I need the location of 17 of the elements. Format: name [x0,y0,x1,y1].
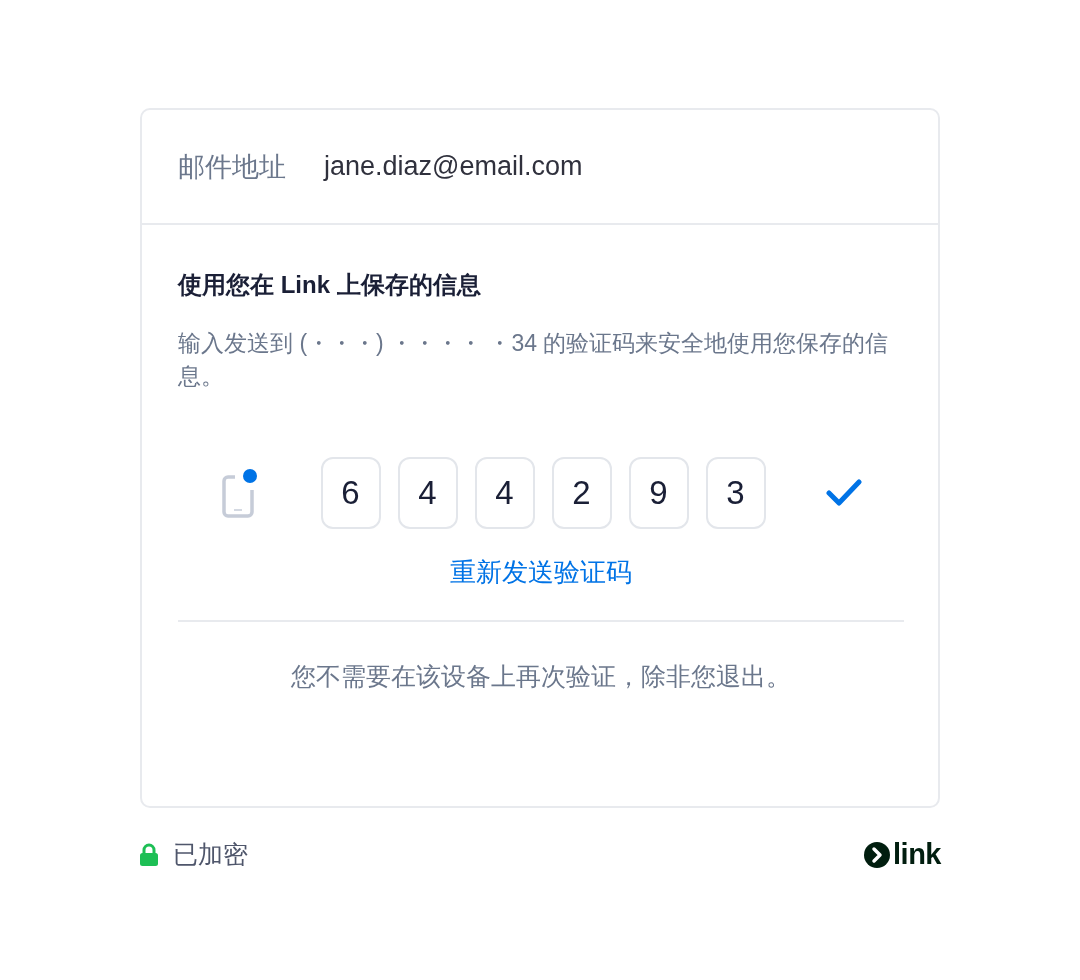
section-title: 使用您在 Link 上保存的信息 [178,270,482,300]
field-label: 邮件地址 [178,150,286,184]
description-text: 输入发送到 (・・・) ・・・・ ・34 的验证码来安全地使用您保存的信息。 [178,329,890,391]
chevron-circle-icon [864,841,891,868]
code-digit-field[interactable]: 4 [474,457,535,529]
encrypted-label: 已加密 [173,839,248,870]
brand-name: link [893,838,941,871]
code-digit-field[interactable]: 3 [705,457,766,529]
code-digit-field[interactable]: 9 [628,457,689,529]
code-digit-field[interactable]: 6 [320,457,381,529]
resend-code-link[interactable]: 重新发送验证码 [450,555,632,590]
lock-icon [139,842,159,867]
code-digit-field[interactable]: 2 [551,457,612,529]
phone-icon [220,468,257,518]
info-text: 您不需要在该设备上再次验证，除非您退出。 [290,661,792,692]
code-digit-field[interactable]: 4 [397,457,458,529]
email-value: jane.diaz@email.com [324,151,583,182]
